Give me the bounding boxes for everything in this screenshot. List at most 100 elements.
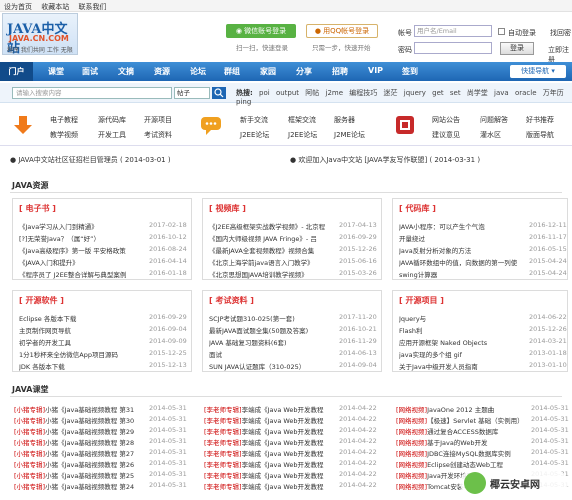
quick-link[interactable]: 服务器 — [334, 115, 355, 125]
list-item[interactable]: 小猪《Java基础视频教程 第25 — [45, 472, 134, 480]
list-item[interactable]: 李端成《Java Web开发教程 — [242, 439, 324, 447]
quick-link[interactable]: 网站公告 — [432, 115, 460, 125]
list-item[interactable]: 李端成《Java Web开发教程 — [242, 483, 324, 491]
wechat-login-button[interactable]: ◉ 微信账号登录 — [226, 24, 296, 38]
hot-search-term[interactable]: j2me — [326, 89, 344, 97]
announcement-right[interactable]: ● 欢迎加入Java中文站 [JAVA学友写作联盟] ( 2014-03-31 … — [290, 155, 480, 165]
quick-link[interactable]: 问题解答 — [480, 115, 508, 125]
list-item[interactable]: Eclipse 各版本下载 — [19, 313, 141, 323]
list-item[interactable]: 《J2EE高级框架实战教学视频》- 北京程 — [209, 221, 331, 231]
nav-home[interactable]: 门户 — [0, 62, 33, 81]
list-item[interactable]: 开量绕过 — [399, 233, 521, 243]
list-item[interactable]: SCJP考试题310-025(第一套) — [209, 313, 331, 323]
list-item[interactable]: JavaOne 2012 主题曲 — [427, 406, 494, 414]
list-item[interactable]: 李端成《Java Web开发教程 — [242, 406, 324, 414]
list-item[interactable]: 李端成《Java Web开发教程 — [242, 428, 324, 436]
hot-search-term[interactable]: 编程技巧 — [349, 89, 377, 97]
list-item[interactable]: JDK 各版本下载 — [19, 361, 141, 371]
nav-item[interactable]: 面试 — [82, 66, 98, 77]
quick-link[interactable]: 开发工具 — [98, 130, 126, 140]
quick-link[interactable]: 灌水区 — [480, 130, 501, 140]
quick-link[interactable]: 考试资料 — [144, 130, 172, 140]
list-item[interactable]: 小猪《Java基础视频教程 第30 — [45, 417, 134, 425]
quick-link[interactable]: J2ME论坛 — [334, 130, 365, 140]
nav-item[interactable]: 论坛 — [190, 66, 206, 77]
set-homepage-link[interactable]: 设为首页 — [4, 2, 32, 12]
list-item[interactable]: Eclipse创建动态Web工程 — [427, 461, 503, 469]
list-item[interactable]: Java反射分析对象的方法 — [399, 245, 521, 255]
list-item[interactable]: 小猪《Java基础视频教程 第29 — [45, 428, 134, 436]
list-item[interactable]: 小猪《Java基础视频教程 第27 — [45, 450, 134, 458]
nav-item[interactable]: 家园 — [260, 66, 276, 77]
quick-link[interactable]: 版面导航 — [526, 130, 554, 140]
list-item[interactable]: 面试 — [209, 349, 331, 359]
list-item[interactable]: JAVA小程序：可以产生个气泡 — [399, 221, 521, 231]
list-item[interactable]: swing计算器 — [399, 269, 521, 279]
list-item[interactable]: 《JAVA入门和提升》 — [19, 257, 141, 267]
hot-search-term[interactable]: 阿帖 — [305, 89, 319, 97]
list-item[interactable]: 初学者的开发工具 — [19, 337, 141, 347]
list-item[interactable]: 《程序员了 J2EE整合详解与典型案例 — [19, 269, 141, 279]
list-item[interactable]: JDBC连接MySQL数据库实例 — [427, 450, 511, 458]
hot-search-term[interactable]: oracle — [515, 89, 537, 97]
list-item[interactable]: 小猪《Java基础视频教程 第31 — [45, 406, 134, 414]
list-item[interactable]: 李端成《Java Web开发教程 — [242, 450, 324, 458]
announcement-left[interactable]: ● JAVA中文站社区征招栏目管理员 ( 2014-03-01 ) — [10, 155, 171, 165]
retrieve-password-link[interactable]: 找回密 — [550, 28, 571, 38]
nav-item[interactable]: 招聘 — [332, 66, 348, 77]
quick-link[interactable]: J2EE论坛 — [240, 130, 269, 140]
list-item[interactable]: 《北京上海学前java语言入门教学》 — [209, 257, 331, 267]
search-type-select[interactable]: 帖子 — [174, 87, 210, 99]
list-item[interactable]: 李端成《Java Web开发教程 — [242, 472, 324, 480]
quick-link[interactable]: 教学视频 — [50, 130, 78, 140]
list-item[interactable]: JAVA 基础复习题资料(6套) — [209, 337, 331, 347]
search-input[interactable]: 请输入搜索内容 — [12, 87, 172, 99]
nav-item[interactable]: 分享 — [296, 66, 312, 77]
list-item[interactable]: Flash利 — [399, 325, 521, 335]
list-item[interactable]: 李端成《Java Web开发教程 — [242, 461, 324, 469]
list-item[interactable]: 关于Java中级开发人员指南 — [399, 361, 521, 371]
hot-search-term[interactable]: java — [494, 89, 509, 97]
nav-item[interactable]: 签到 — [402, 66, 418, 77]
quick-link[interactable]: 电子教程 — [50, 115, 78, 125]
list-item[interactable]: 《最新JAVA全套视频教程》视频合集 — [209, 245, 331, 255]
list-item[interactable]: 通过复合ACCESS数据库 — [427, 428, 498, 436]
hot-search-term[interactable]: output — [276, 89, 299, 97]
list-item[interactable]: 小猪《Java基础视频教程 第24 — [45, 483, 134, 491]
list-item[interactable]: 应用开源框架 Naked Objects — [399, 337, 521, 347]
list-item[interactable]: 《国内大师级视频 JAVA Fringe》- 吕 — [209, 233, 331, 243]
list-item[interactable]: 基于Java的Web开发 — [427, 439, 487, 447]
hot-search-term[interactable]: get — [432, 89, 444, 97]
nav-item[interactable]: 文摘 — [118, 66, 134, 77]
list-item[interactable]: 1分1秒杯来全仿微信App项目源码 — [19, 349, 141, 359]
hot-search-term[interactable]: jquery — [404, 89, 426, 97]
hot-search-term[interactable]: set — [450, 89, 461, 97]
list-item[interactable]: 小猪《Java基础视频教程 第28 — [45, 439, 134, 447]
list-item[interactable]: SUN JAVA认证题库（310-025） — [209, 361, 331, 371]
login-button[interactable]: 登录 — [500, 42, 534, 55]
nav-item[interactable]: 课堂 — [48, 66, 64, 77]
site-logo[interactable]: JAVA中文站 JAVA.CN.COM 程序 我们共同 工作 无限 — [2, 13, 78, 56]
list-item[interactable]: 《Java高级程序》第一版 平安格政策 — [19, 245, 141, 255]
hot-search-term[interactable]: 万年历 — [543, 89, 564, 97]
search-button[interactable] — [212, 87, 226, 99]
quick-link[interactable]: 框架交流 — [288, 115, 316, 125]
quick-link[interactable]: 源代码库 — [98, 115, 126, 125]
bookmark-link[interactable]: 收藏本站 — [41, 2, 69, 12]
quick-link[interactable]: 好书推荐 — [526, 115, 554, 125]
list-item[interactable]: Jquery与 — [399, 313, 521, 323]
quick-link[interactable]: 建议意见 — [432, 130, 460, 140]
hot-search-term[interactable]: ping — [236, 98, 251, 106]
list-item[interactable]: java实现的多个组 gif — [399, 349, 521, 359]
list-item[interactable]: 李端成《Java Web开发教程 — [242, 417, 324, 425]
quick-link[interactable]: J2EE论坛 — [288, 130, 317, 140]
account-input[interactable]: 用户名/Email — [414, 25, 492, 37]
hot-search-term[interactable]: poi — [259, 89, 270, 97]
list-item[interactable]: 主页制作网页导航 — [19, 325, 141, 335]
quick-link[interactable]: 开源项目 — [144, 115, 172, 125]
qq-login-button[interactable]: ● 用QQ帐号登录 — [306, 24, 378, 38]
quick-link[interactable]: 新手交流 — [240, 115, 268, 125]
list-item[interactable]: JAVA循环数组中的值，向数据的第一列使 — [399, 257, 521, 267]
list-item[interactable]: 《Java学习从入门到精通》 — [19, 221, 141, 231]
quick-nav-dropdown[interactable]: 快捷导航 ▾ — [510, 65, 566, 78]
